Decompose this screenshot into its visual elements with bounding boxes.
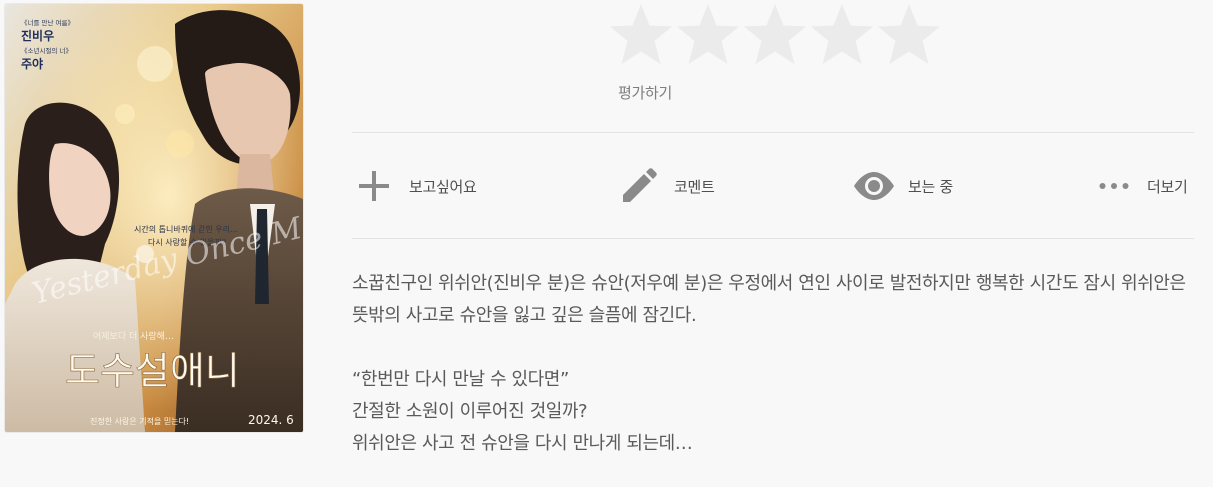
divider-top: [352, 132, 1194, 133]
star-4[interactable]: [809, 2, 875, 70]
star-5[interactable]: [876, 2, 942, 70]
movie-poster: 《너를 만난 여름》 진비우 《소년시절의 너》 주야 시간의 톱니바퀴에 갇힌…: [5, 4, 303, 432]
poster-bottom-caption: 진정한 사랑은 기적을 믿는다!: [90, 416, 189, 426]
more-dots-icon: [1099, 181, 1129, 191]
star-rating[interactable]: [608, 2, 943, 74]
comment-label: 코멘트: [674, 177, 715, 196]
poster-cast-role-2: 《소년시절의 너》: [21, 46, 72, 55]
want-to-watch-button[interactable]: 보고싶어요: [356, 164, 477, 208]
poster-cast-name-2: 주야: [21, 56, 43, 71]
star-2[interactable]: [675, 2, 741, 70]
plus-icon: [356, 168, 392, 204]
poster-cast-name-1: 진비우: [21, 28, 54, 43]
pencil-icon: [620, 167, 658, 205]
more-label: 더보기: [1147, 177, 1188, 196]
synopsis-paragraph: 소꿉친구인 위쉬안(진비우 분)은 슈안(저우예 분)은 우정에서 연인 사이로…: [352, 273, 1186, 326]
synopsis-line-3: 위쉬안은 사고 전 슈안을 다시 만나게 되는데…: [352, 433, 693, 454]
movie-synopsis: 소꿉친구인 위쉬안(진비우 분)은 슈안(저우예 분)은 우정에서 연인 사이로…: [352, 268, 1192, 460]
divider-bottom: [352, 238, 1194, 239]
poster-cast-role-1: 《너를 만난 여름》: [21, 18, 74, 27]
comment-button[interactable]: 코멘트: [620, 164, 715, 208]
watching-button[interactable]: 보는 중: [853, 164, 953, 208]
eye-icon: [853, 171, 895, 201]
synopsis-line-1: “한번만 다시 만날 수 있다면”: [352, 369, 569, 390]
poster-release-date: 2024. 6: [248, 413, 294, 427]
poster-title: 도수설애니: [65, 349, 240, 393]
more-button[interactable]: 더보기: [1099, 164, 1188, 208]
star-3[interactable]: [742, 2, 808, 70]
want-to-watch-label: 보고싶어요: [409, 177, 477, 196]
poster-subtitle: 어제보다 더 사랑해…: [93, 330, 174, 342]
rate-label: 평가하기: [618, 84, 673, 102]
star-1[interactable]: [608, 2, 674, 70]
synopsis-line-2: 간절한 소원이 이루어진 것일까?: [352, 401, 588, 422]
watching-label: 보는 중: [908, 177, 953, 196]
